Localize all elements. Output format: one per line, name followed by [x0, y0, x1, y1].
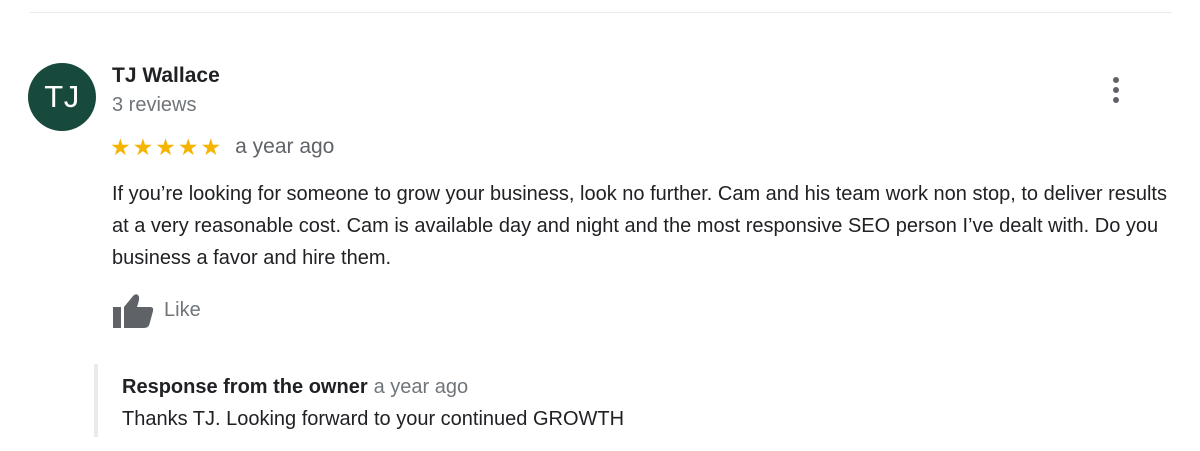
- owner-response-date: a year ago: [373, 376, 469, 398]
- thumbs-up-icon: [112, 291, 154, 329]
- review-date: a year ago: [235, 135, 335, 158]
- more-options-button[interactable]: [1100, 70, 1132, 110]
- star-icon: ★: [155, 133, 176, 160]
- owner-response: Response from the owner a year ago Thanks…: [94, 364, 1098, 437]
- reviewer-name[interactable]: TJ Wallace: [112, 64, 220, 88]
- star-rating: ★ ★ ★ ★ ★: [110, 133, 223, 160]
- like-button[interactable]: Like: [112, 290, 201, 330]
- star-icon: ★: [200, 133, 222, 160]
- star-icon: ★: [132, 133, 154, 160]
- rating-row: ★ ★ ★ ★ ★ a year ago: [110, 133, 334, 161]
- like-label: Like: [164, 298, 201, 321]
- star-icon: ★: [110, 133, 131, 160]
- review-text: If you’re looking for someone to grow yo…: [112, 183, 1167, 269]
- star-icon: ★: [177, 133, 199, 160]
- more-vert-icon: [1113, 77, 1119, 83]
- owner-response-title: Response from the owner: [122, 376, 368, 398]
- owner-response-text: Thanks TJ. Looking forward to your conti…: [122, 408, 625, 430]
- avatar-initials: TJ: [44, 79, 80, 114]
- top-divider: [30, 12, 1172, 13]
- avatar[interactable]: TJ: [28, 63, 96, 131]
- owner-response-header: Response from the owner a year ago: [122, 376, 468, 399]
- reviewer-review-count[interactable]: 3 reviews: [112, 94, 196, 117]
